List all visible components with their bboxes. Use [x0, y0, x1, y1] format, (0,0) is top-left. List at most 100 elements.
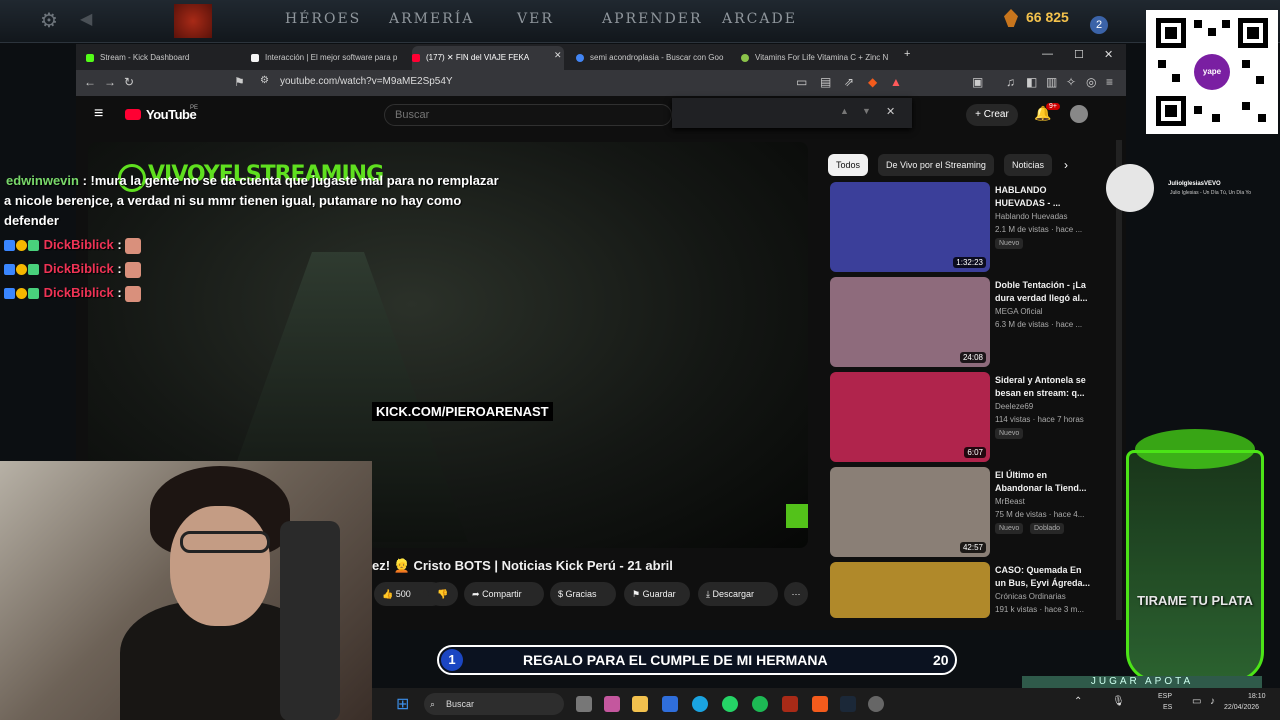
- youtube-logo-icon[interactable]: [125, 109, 141, 120]
- back-arrow-icon[interactable]: ◀: [80, 9, 92, 29]
- tab-interaccion[interactable]: Interacción | El mejor software para p: [251, 46, 401, 70]
- cast-icon[interactable]: ▭: [796, 75, 807, 89]
- nav-watch[interactable]: VER: [517, 11, 554, 27]
- url-text[interactable]: youtube.com/watch?v=M9aME2Sp54Y: [280, 76, 453, 87]
- reader-icon[interactable]: ▤: [820, 75, 831, 89]
- chip-noticias[interactable]: Noticias: [1004, 154, 1053, 176]
- download-button[interactable]: ⤓ Descargar: [698, 582, 778, 606]
- mic-icon[interactable]: 🎙: [1112, 696, 1125, 707]
- find-close-icon[interactable]: ✕: [886, 105, 895, 118]
- copilot-icon[interactable]: [604, 696, 620, 712]
- language-top[interactable]: ESP: [1158, 693, 1172, 700]
- rec-title[interactable]: CASO: Quemada En un Bus, Eyvi Ágreda...: [995, 564, 1091, 590]
- leo-icon[interactable]: ✧: [1066, 75, 1076, 89]
- bookmark-icon[interactable]: ⚑: [234, 75, 245, 89]
- create-button[interactable]: + Crear: [966, 104, 1018, 126]
- volume-icon[interactable]: ♪: [1210, 696, 1215, 707]
- task-view-icon[interactable]: [576, 696, 592, 712]
- share-icon[interactable]: ⇗: [844, 75, 854, 89]
- rec-channel[interactable]: Crónicas Ordinarias: [995, 592, 1066, 601]
- wallet2-icon[interactable]: ▥: [1046, 75, 1057, 89]
- find-down-icon[interactable]: ▼: [862, 106, 871, 116]
- forward-icon[interactable]: →: [104, 75, 116, 89]
- rec-thumbnail[interactable]: 24:08: [830, 277, 990, 367]
- dislike-button[interactable]: 👎: [428, 582, 458, 606]
- file-explorer-icon[interactable]: [632, 696, 648, 712]
- rec-title[interactable]: El Último en Abandonar la Tiend...: [995, 469, 1091, 495]
- obs-icon[interactable]: [868, 696, 884, 712]
- dota-logo[interactable]: [174, 4, 212, 38]
- tab-vitamins[interactable]: Vitamins For Life Vitamina C + Zinc N: [741, 46, 891, 70]
- chip-de-vivo[interactable]: De Vivo por el Streaming: [878, 154, 994, 176]
- rec-title[interactable]: Sideral y Antonela se besan en stream: q…: [995, 374, 1091, 400]
- rec-item[interactable]: 6:07 Sideral y Antonela se besan en stre…: [830, 372, 1100, 462]
- whatsapp-icon[interactable]: [722, 696, 738, 712]
- tab-kick-dashboard[interactable]: Stream - Kick Dashboard: [86, 46, 236, 70]
- spotify-icon[interactable]: [752, 696, 768, 712]
- rec-channel[interactable]: MEGA Oficial: [995, 307, 1043, 316]
- store-icon[interactable]: [662, 696, 678, 712]
- new-tab-icon[interactable]: +: [904, 48, 910, 60]
- close-window-icon[interactable]: ✕: [1104, 48, 1113, 61]
- rec-channel[interactable]: Deeleze69: [995, 402, 1033, 411]
- rec-title[interactable]: Doble Tentación - ¡La dura verdad llegó …: [995, 279, 1091, 305]
- tab-youtube-active[interactable]: (177) ✕ FIN del VIAJE FEKA: [412, 46, 564, 70]
- clock-time[interactable]: 18:10: [1248, 693, 1266, 700]
- windows-start-icon[interactable]: ⊞: [396, 694, 409, 714]
- rec-item[interactable]: 42:57 El Último en Abandonar la Tiend...…: [830, 467, 1100, 557]
- search-icon: ⌕: [430, 699, 436, 709]
- rec-thumbnail[interactable]: 6:07: [830, 372, 990, 462]
- language-bottom[interactable]: ES: [1163, 704, 1172, 711]
- rec-thumbnail[interactable]: [830, 562, 990, 618]
- wallet-icon[interactable]: ▣: [972, 75, 983, 89]
- taskbar-search[interactable]: ⌕ Buscar: [424, 693, 564, 715]
- rec-item[interactable]: 1:32:23 HABLANDO HUEVADAS - ... Hablando…: [830, 182, 1100, 272]
- rewards-icon[interactable]: ▲: [890, 75, 902, 89]
- chevron-right-icon[interactable]: ›: [1064, 158, 1068, 172]
- sidebar-icon[interactable]: ◧: [1026, 75, 1037, 89]
- site-info-icon[interactable]: ⚙: [260, 75, 269, 86]
- tray-arrow-icon[interactable]: ⌃: [1074, 696, 1082, 707]
- rec-channel[interactable]: Hablando Huevadas: [995, 212, 1068, 221]
- vpn-icon[interactable]: ◎: [1086, 75, 1096, 89]
- youtube-logo-text[interactable]: YouTube: [146, 107, 197, 122]
- minimize-icon[interactable]: —: [1042, 48, 1053, 60]
- rec-channel[interactable]: MrBeast: [995, 497, 1025, 506]
- settings-gear-icon[interactable]: ⚙: [40, 8, 58, 33]
- back-icon[interactable]: ←: [84, 75, 96, 89]
- clock-date[interactable]: 22/04/2026: [1224, 704, 1259, 711]
- find-up-icon[interactable]: ▲: [840, 106, 849, 116]
- reload-icon[interactable]: ↻: [124, 75, 134, 89]
- brave-shield-icon[interactable]: ◆: [868, 75, 877, 89]
- avatar[interactable]: [1070, 105, 1088, 123]
- edge-icon[interactable]: [692, 696, 708, 712]
- search-input[interactable]: [384, 104, 672, 126]
- close-tab-icon[interactable]: ✕: [554, 50, 562, 61]
- nav-heroes[interactable]: HÉROES: [285, 11, 361, 27]
- rec-thumbnail[interactable]: 1:32:23: [830, 182, 990, 272]
- maximize-icon[interactable]: ☐: [1074, 48, 1084, 61]
- hamburger-menu-icon[interactable]: ≡: [94, 105, 103, 123]
- network-icon[interactable]: ▭: [1192, 696, 1201, 707]
- share-button[interactable]: ➦ Compartir: [464, 582, 544, 606]
- rec-item[interactable]: CASO: Quemada En un Bus, Eyvi Ágreda... …: [830, 562, 1100, 618]
- thanks-button[interactable]: $ Gracias: [550, 582, 616, 606]
- rec-thumbnail[interactable]: 42:57: [830, 467, 990, 557]
- brave-taskbar-icon[interactable]: [812, 696, 828, 712]
- nav-arcade[interactable]: ARCADE: [722, 11, 797, 27]
- rec-item[interactable]: 24:08 Doble Tentación - ¡La dura verdad …: [830, 277, 1100, 367]
- scrollbar[interactable]: [1116, 140, 1122, 620]
- notification-badge[interactable]: 2: [1090, 16, 1108, 34]
- chip-todos[interactable]: Todos: [828, 154, 869, 176]
- save-button[interactable]: ⚑ Guardar: [624, 582, 690, 606]
- menu-icon[interactable]: ≡: [1106, 75, 1113, 89]
- music-icon[interactable]: ♫: [1006, 75, 1015, 89]
- rec-meta: 191 k vistas · hace 3 m...: [995, 605, 1084, 614]
- dota-taskbar-icon[interactable]: [782, 696, 798, 712]
- rec-title[interactable]: HABLANDO HUEVADAS - ...: [995, 184, 1091, 210]
- nav-armory[interactable]: ARMERÍA: [389, 11, 474, 27]
- tab-google-search[interactable]: semi acondroplasia - Buscar con Goo: [576, 46, 726, 70]
- more-actions-button[interactable]: ⋯: [784, 582, 808, 606]
- steam-icon[interactable]: [840, 696, 856, 712]
- nav-learn[interactable]: APRENDER: [602, 11, 703, 27]
